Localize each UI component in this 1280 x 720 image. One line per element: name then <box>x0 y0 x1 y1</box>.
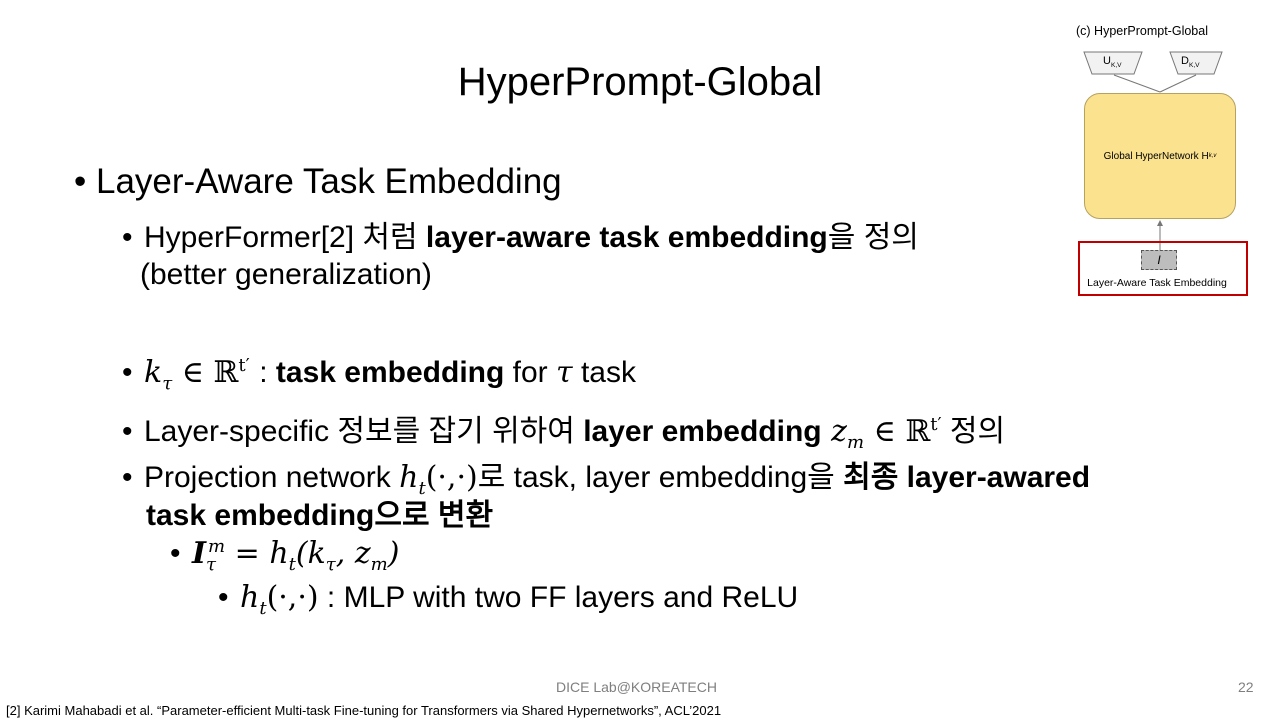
bullet-bold-text: layer embedding <box>583 415 822 448</box>
bullet-bold-text: 최종 layer-awared <box>843 461 1091 494</box>
layer-embedding-I: I <box>1141 250 1177 270</box>
bullet-text: : MLP with two FF layers and ReLU <box>318 581 799 614</box>
math-equation: Iτm = ht(kτ, zm) <box>192 536 400 575</box>
bullet-text: 로 task, layer embedding을 <box>477 461 844 494</box>
arrow-to-u <box>1113 74 1161 93</box>
bullet-text: 정의 <box>941 415 1006 448</box>
reference-footnote: [2] Karimi Mahabadi et al. “Parameter-ef… <box>6 703 722 718</box>
bullet-projection-continuation: task embedding으로 변환 <box>146 490 493 534</box>
page-number: 22 <box>1238 679 1254 695</box>
footer-lab: DICE Lab@KOREATECH <box>556 679 717 695</box>
bullet-mlp: • ht(·,·) : MLP with two FF layers and Re… <box>218 580 799 619</box>
hypernetwork-label: Global HyperNetwork H <box>1103 150 1209 162</box>
bullet-text: for <box>504 356 556 389</box>
bullet-task-embedding: • kτ ∈ ℝt′ : task embedding for τ task <box>122 355 636 394</box>
bullet-text: task <box>572 356 636 389</box>
bullet-text: Layer-specific 정보를 잡기 위하여 <box>144 415 584 448</box>
u-label-main: U <box>1103 55 1111 67</box>
math-z-m: zm <box>821 414 865 453</box>
hyperprompt-global-diagram: (c) HyperPrompt-Global UK,V DK,V Global … <box>1074 22 1254 298</box>
math-tau: τ <box>556 355 573 390</box>
hypernetwork-sub: k,v <box>1208 153 1217 159</box>
d-label-main: D <box>1181 55 1189 67</box>
arrow-to-d <box>1159 74 1197 93</box>
math-h-t: ht <box>240 580 267 619</box>
bullet-layer-aware: • Layer-Aware Task Embedding <box>74 162 562 201</box>
bullet-hyperformer: • HyperFormer[2] 처럼 layer-aware task embe… <box>122 221 919 254</box>
math-k-tau: kτ <box>144 355 173 394</box>
bullet-equation: • Iτm = ht(kτ, zm) <box>170 536 400 575</box>
d-kv-label: DK,V <box>1181 55 1200 69</box>
arrow-head <box>1157 220 1163 226</box>
bullet-bold-text: task embedding <box>275 356 505 389</box>
d-label-sub: K,V <box>1188 62 1200 70</box>
u-label-sub: K,V <box>1110 62 1122 70</box>
u-kv-label: UK,V <box>1103 55 1122 69</box>
bullet-continuation: (better generalization) <box>140 258 432 291</box>
bullet-text: HyperFormer[2] 처럼 <box>144 221 426 254</box>
bullet-text: 을 정의 <box>827 221 919 254</box>
bullet-layer-specific: • Layer-specific 정보를 잡기 위하여 layer embeddi… <box>122 414 1006 453</box>
layer-aware-embedding-label: Layer-Aware Task Embedding <box>1087 277 1227 289</box>
global-hypernetwork-box: Global HyperNetwork Hk,v <box>1084 93 1236 219</box>
bullet-bold-text: layer-aware task embedding <box>425 221 828 254</box>
bullet-text: Layer-Aware Task Embedding <box>96 162 562 201</box>
bullet-bold-text: task embedding으로 변환 <box>146 499 494 532</box>
